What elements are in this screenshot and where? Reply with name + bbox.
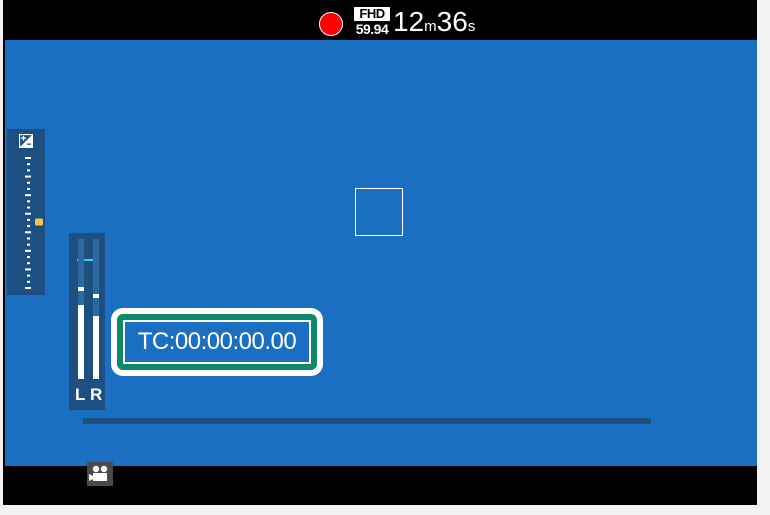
exposure-tick	[25, 212, 31, 215]
exposure-tick	[27, 163, 30, 166]
audio-left-level	[78, 304, 84, 379]
seconds-unit: s	[467, 18, 476, 35]
timecode-display: TC:00:00:00.00	[123, 320, 311, 364]
record-indicator-icon	[319, 12, 343, 36]
focus-frame[interactable]	[355, 188, 403, 236]
audio-left-peak	[78, 286, 84, 291]
exposure-compensation-scale	[7, 129, 45, 295]
exposure-tick	[27, 218, 30, 221]
exposure-tick	[25, 175, 31, 178]
exposure-tick	[27, 200, 30, 203]
exposure-tick	[27, 280, 30, 283]
exposure-ticks	[25, 157, 43, 289]
timecode-callout: TC:00:00:00.00	[111, 308, 323, 376]
exposure-tick	[25, 231, 31, 234]
exposure-tick	[27, 256, 30, 259]
exposure-tick	[25, 157, 31, 159]
viewfinder	[5, 40, 757, 466]
exposure-tick	[27, 262, 30, 265]
exposure-tick	[27, 237, 30, 240]
exposure-tick	[27, 187, 30, 190]
audio-left-label: L	[75, 385, 86, 404]
exposure-tick	[27, 225, 30, 228]
movie-camera-icon	[87, 462, 113, 486]
audio-right-channel	[93, 239, 99, 379]
exposure-tick	[27, 169, 30, 172]
exposure-tick	[27, 274, 30, 277]
exposure-tick	[25, 268, 31, 271]
format-label: FHD	[354, 7, 390, 21]
exposure-tick	[25, 249, 31, 252]
bottom-indicator-strip	[83, 418, 651, 424]
remaining-minutes: 12	[393, 6, 425, 37]
audio-level-meter: L R	[69, 233, 105, 410]
exposure-tick	[27, 181, 30, 184]
remaining-record-time: 12m36s	[393, 6, 475, 38]
video-format-badge: FHD 59.94	[350, 7, 394, 37]
audio-right-level	[93, 316, 99, 379]
exposure-tick	[27, 243, 30, 246]
camera-screen: FHD 59.94 12m36s L R TC:00:00:00.00	[3, 0, 757, 505]
exposure-tick	[27, 206, 30, 209]
audio-right-label: R	[90, 385, 103, 404]
exposure-marker	[35, 218, 43, 226]
minutes-unit: m	[424, 18, 437, 35]
exposure-tick	[25, 287, 31, 289]
audio-right-peak	[93, 293, 99, 298]
frame-rate-label: 59.94	[355, 21, 389, 37]
top-status-bar: FHD 59.94 12m36s	[3, 0, 757, 40]
remaining-seconds: 36	[436, 6, 468, 37]
exposure-tick	[25, 194, 31, 197]
audio-left-channel	[78, 239, 84, 379]
